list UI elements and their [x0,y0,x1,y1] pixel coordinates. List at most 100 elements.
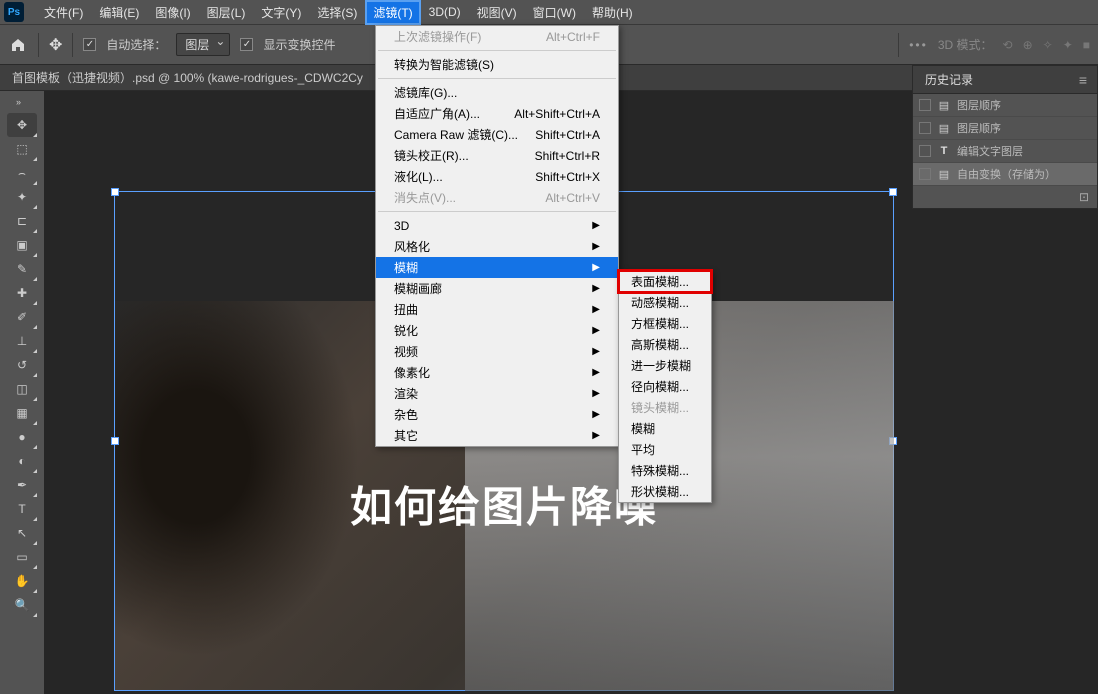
history-row[interactable]: ▤自由变换（存储为） [913,163,1097,186]
filter-menu-item[interactable]: 锐化▶ [376,320,618,341]
filter-menu-item[interactable]: 模糊画廊▶ [376,278,618,299]
tool-shape[interactable]: ▭ [7,545,37,569]
transform-handle[interactable] [111,437,119,445]
tool-pen[interactable]: ✒ [7,473,37,497]
history-row[interactable]: ▤图层顺序 [913,94,1097,117]
filter-menu-item[interactable]: 滤镜库(G)... [376,82,618,103]
filter-menu-item[interactable]: 渲染▶ [376,383,618,404]
blur-submenu-item[interactable]: 径向模糊... [619,376,711,397]
blur-submenu-item[interactable]: 表面模糊... [619,271,711,292]
scale-icon[interactable]: ■ [1083,38,1090,52]
tool-marquee[interactable]: ⬚ [7,137,37,161]
tool-hand[interactable]: ✋ [7,569,37,593]
filter-menu-item[interactable]: Camera Raw 滤镜(C)... Shift+Ctrl+A [376,124,618,145]
tool-lasso[interactable]: ⌢ [7,161,37,185]
slide-icon[interactable]: ✦ [1063,38,1073,52]
layer-select-dropdown[interactable]: 图层 [176,33,230,56]
blur-submenu-item: 镜头模糊... [619,397,711,418]
tool-history[interactable]: ↺ [7,353,37,377]
auto-select-checkbox[interactable] [83,38,96,51]
filter-menu-item[interactable]: 视频▶ [376,341,618,362]
orbit-icon[interactable]: ⟲ [1003,38,1013,52]
filter-menu-item[interactable]: 风格化▶ [376,236,618,257]
filter-menu-item[interactable]: 3D▶ [376,215,618,236]
transform-handle[interactable] [889,437,897,445]
tool-heal[interactable]: ✚ [7,281,37,305]
menu-item-label: 风格化 [394,238,430,255]
filter-menu-item[interactable]: 其它▶ [376,425,618,446]
menu-编辑[interactable]: 编辑(E) [91,0,147,25]
blur-submenu-item[interactable]: 特殊模糊... [619,460,711,481]
tool-eraser[interactable]: ◫ [7,377,37,401]
tool-frame[interactable]: ▣ [7,233,37,257]
submenu-arrow-icon: ▶ [592,430,600,441]
blur-submenu-item[interactable]: 方框模糊... [619,313,711,334]
menu-item-label: 3D [394,219,409,233]
history-panel-tab[interactable]: 历史记录 ≡ [913,66,1097,94]
roll-icon[interactable]: ⊕ [1023,38,1033,52]
tool-wand[interactable]: ✦ [7,185,37,209]
menu-窗口[interactable]: 窗口(W) [525,0,584,25]
tool-gradient[interactable]: ▦ [7,401,37,425]
blur-submenu-item[interactable]: 高斯模糊... [619,334,711,355]
history-visibility-checkbox[interactable] [919,145,931,157]
tool-eyedrop[interactable]: ✎ [7,257,37,281]
menu-图层[interactable]: 图层(L) [199,0,254,25]
document-tab-title[interactable]: 首图模板（迅捷视频）.psd @ 100% (kawe-rodrigues-_C… [12,69,363,86]
history-row[interactable]: T编辑文字图层 [913,140,1097,163]
filter-menu-item[interactable]: 扭曲▶ [376,299,618,320]
menu-帮助[interactable]: 帮助(H) [584,0,641,25]
blur-submenu-item[interactable]: 模糊 [619,418,711,439]
filter-menu-item[interactable]: 杂色▶ [376,404,618,425]
pan-icon[interactable]: ✧ [1043,38,1053,52]
filter-menu-item[interactable]: 液化(L)...Shift+Ctrl+X [376,166,618,187]
menu-item-label: Camera Raw 滤镜(C)... [394,126,518,143]
menu-item-shortcut: Alt+Ctrl+F [546,30,600,44]
blur-submenu-item[interactable]: 进一步模糊 [619,355,711,376]
menu-文件[interactable]: 文件(F) [36,0,91,25]
history-row[interactable]: ▤图层顺序 [913,117,1097,140]
history-row-label: 编辑文字图层 [957,143,1023,159]
blur-submenu-item[interactable]: 形状模糊... [619,481,711,502]
toolbox-collapse-icon[interactable]: » [16,97,28,107]
filter-menu-item[interactable]: 转换为智能滤镜(S) [376,54,618,75]
tool-dodge[interactable]: ◐ [7,449,37,473]
tool-zoom[interactable]: 🔍 [7,593,37,617]
tool-brush[interactable]: ✐ [7,305,37,329]
submenu-arrow-icon: ▶ [592,304,600,315]
divider [38,33,39,57]
menu-3d[interactable]: 3D(D) [421,0,469,25]
blur-submenu-item[interactable]: 动感模糊... [619,292,711,313]
tool-move[interactable]: ✥ [7,113,37,137]
show-transform-checkbox[interactable] [240,38,253,51]
history-visibility-checkbox[interactable] [919,168,931,180]
panel-menu-icon[interactable]: ≡ [1079,72,1085,88]
new-snapshot-icon[interactable]: ⊡ [1079,190,1089,204]
menu-图像[interactable]: 图像(I) [147,0,198,25]
tool-type[interactable]: T [7,497,37,521]
filter-menu-item[interactable]: 自适应广角(A)...Alt+Shift+Ctrl+A [376,103,618,124]
history-visibility-checkbox[interactable] [919,122,931,134]
history-visibility-checkbox[interactable] [919,99,931,111]
menu-item-shortcut: Shift+Ctrl+A [535,128,600,142]
divider [898,33,899,57]
tool-path[interactable]: ↖ [7,521,37,545]
tool-stamp[interactable]: ⊥ [7,329,37,353]
menu-文字[interactable]: 文字(Y) [253,0,309,25]
transform-handle[interactable] [889,188,897,196]
filter-menu-item[interactable]: 镜头校正(R)...Shift+Ctrl+R [376,145,618,166]
tool-blur[interactable]: ● [7,425,37,449]
history-panel: 历史记录 ≡ ▤图层顺序▤图层顺序T编辑文字图层▤自由变换（存储为） ⊡ [912,65,1098,209]
tool-crop[interactable]: ⊏ [7,209,37,233]
blur-submenu-item[interactable]: 平均 [619,439,711,460]
history-panel-footer: ⊡ [913,186,1097,208]
filter-menu-item[interactable]: 模糊▶ [376,257,618,278]
menu-视图[interactable]: 视图(V) [469,0,525,25]
transform-handle[interactable] [111,188,119,196]
more-icon[interactable]: ••• [909,38,928,52]
menu-选择[interactable]: 选择(S) [309,0,365,25]
filter-menu-item[interactable]: 像素化▶ [376,362,618,383]
menu-滤镜[interactable]: 滤镜(T) [365,0,420,25]
menu-item-shortcut: Alt+Shift+Ctrl+A [514,107,600,121]
home-icon[interactable] [8,35,28,55]
